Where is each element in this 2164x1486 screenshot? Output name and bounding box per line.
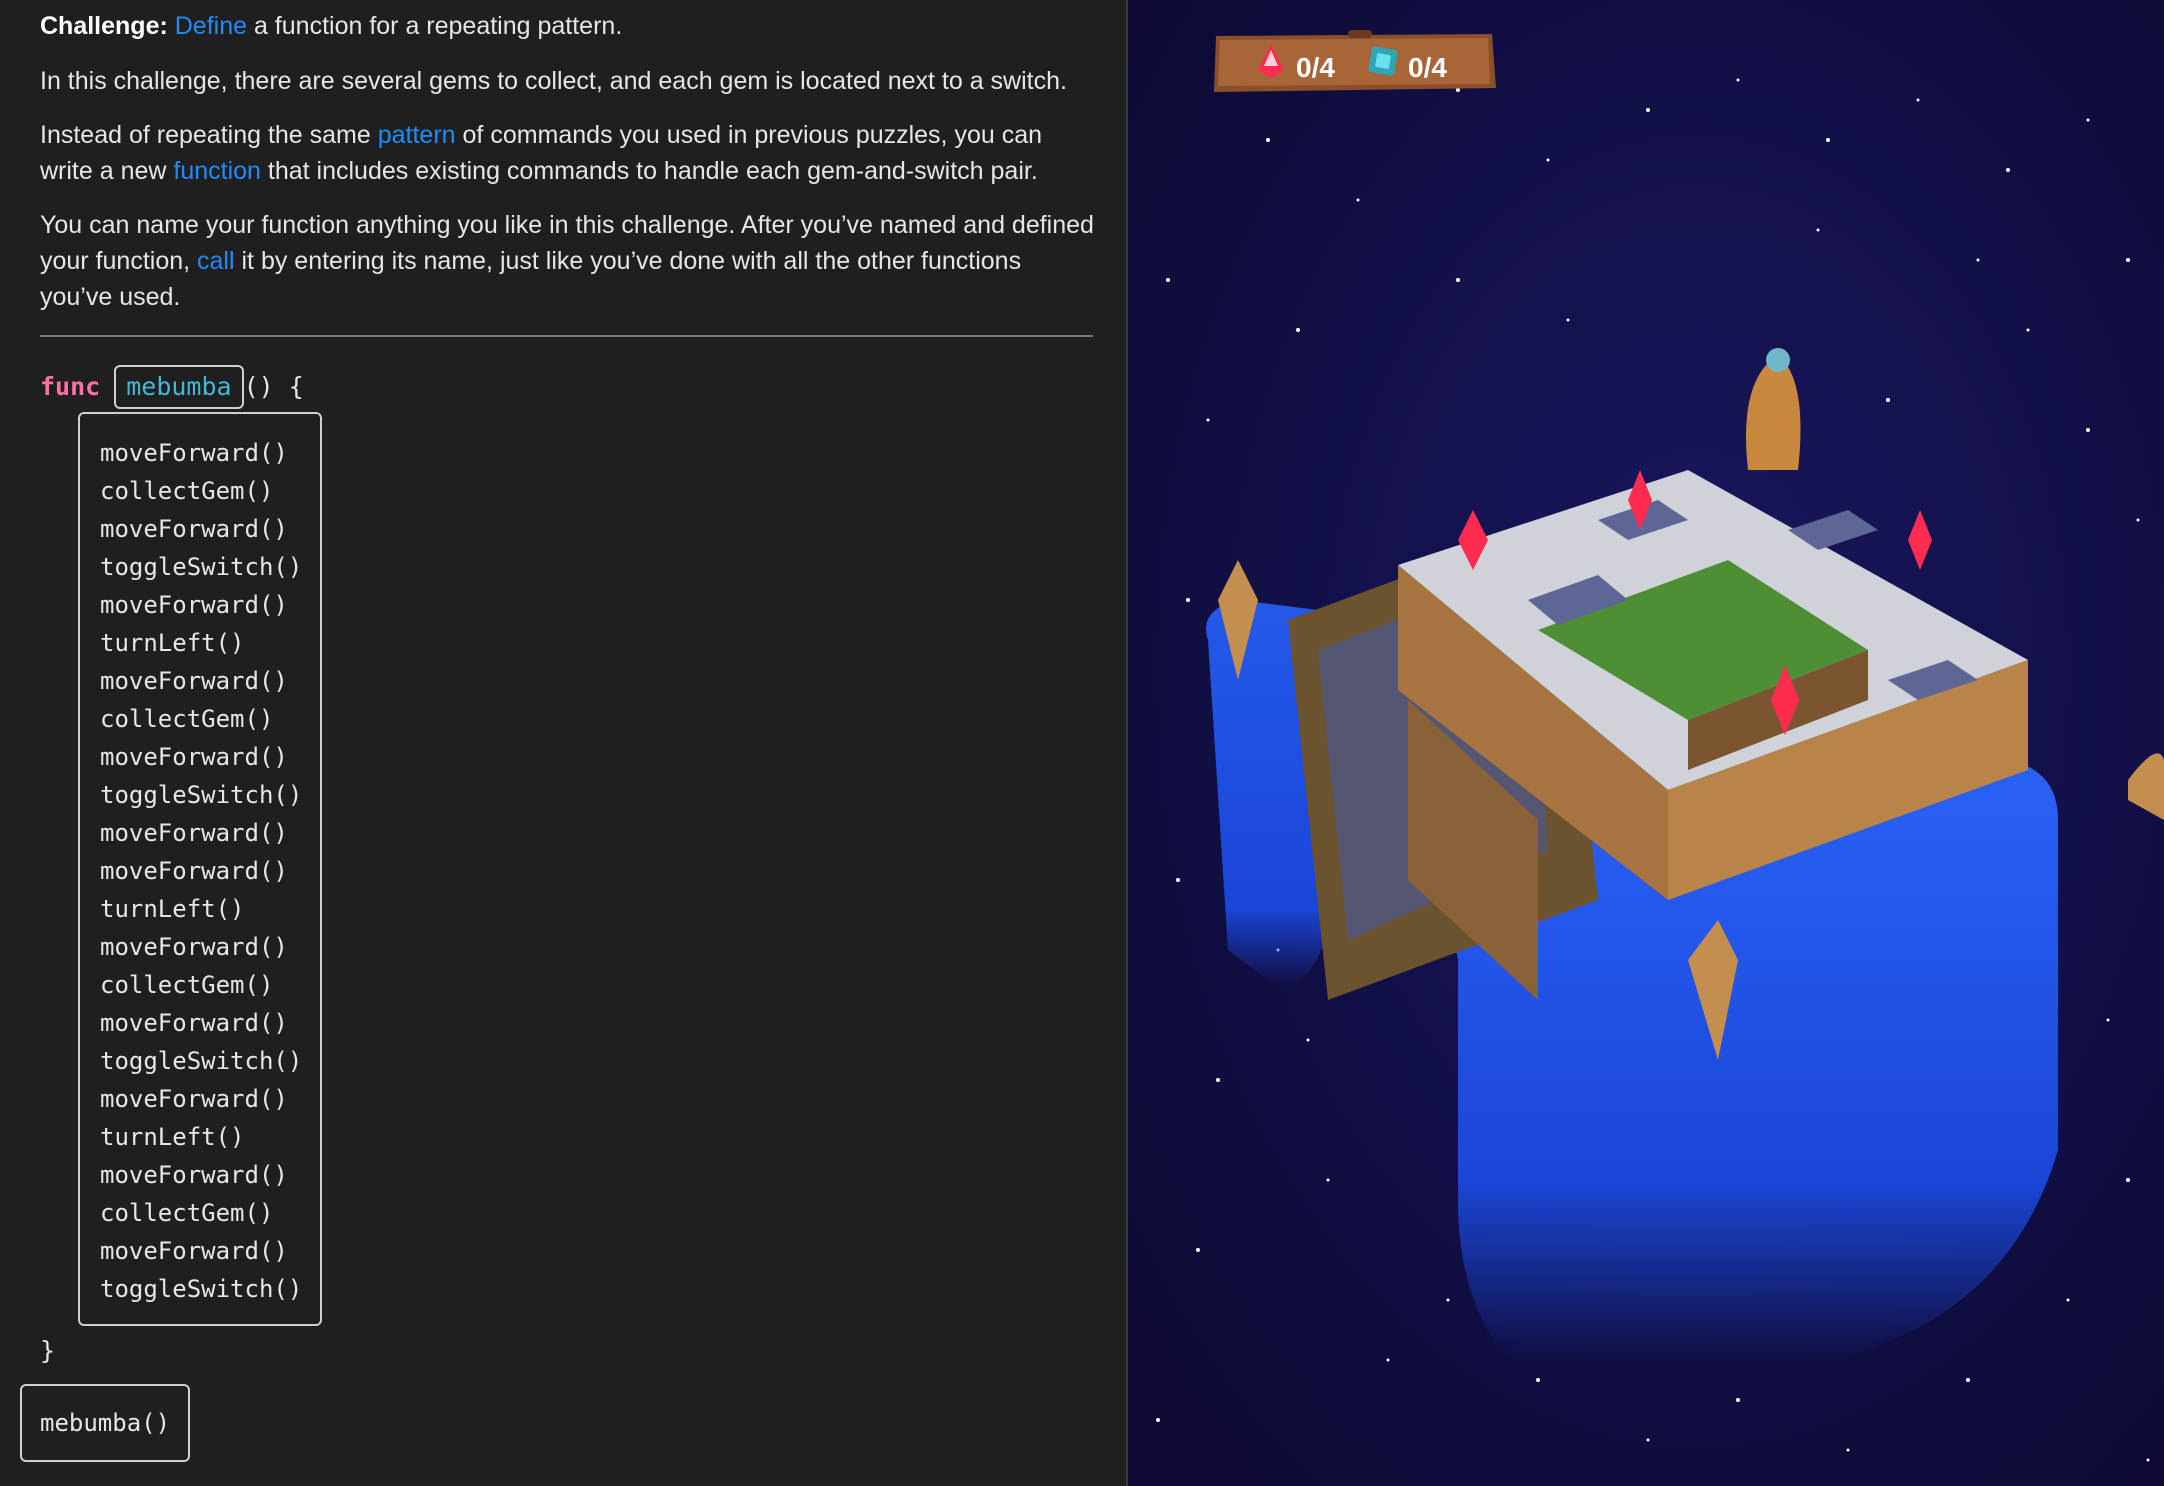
code-line[interactable]: turnLeft() [100,624,320,662]
intro-paragraph: In this challenge, there are several gem… [40,63,1100,99]
call-link[interactable]: call [197,247,235,275]
code-line[interactable]: moveForward() [100,1156,320,1194]
code-line[interactable]: moveForward() [100,1080,320,1118]
function-call-line[interactable]: mebumba() [20,1384,190,1462]
code-line[interactable]: moveForward() [100,586,320,624]
code-line[interactable]: collectGem() [100,472,320,510]
challenge-text: a function for a repeating pattern. [247,12,623,40]
pattern-paragraph: Instead of repeating the same pattern of… [40,117,1100,189]
code-line[interactable]: moveForward() [100,1004,320,1042]
code-line[interactable]: moveForward() [100,814,320,852]
switch-counter: 0/4 [1408,52,1447,83]
signature-parens: () { [243,372,304,401]
code-line[interactable]: toggleSwitch() [100,776,320,814]
code-line[interactable]: moveForward() [100,928,320,966]
function-name-field[interactable]: mebumba [114,365,244,409]
define-link[interactable]: Define [175,12,247,40]
code-line[interactable]: moveForward() [100,662,320,700]
function-signature: func mebumba() { [40,365,304,409]
code-line[interactable]: moveForward() [100,852,320,890]
code-line[interactable]: moveForward() [100,738,320,776]
challenge-label: Challenge: [40,12,168,40]
puzzle-world-render [1128,0,2164,1486]
code-line[interactable]: moveForward() [100,510,320,548]
gem-counter: 0/4 [1296,52,1335,83]
pattern-link[interactable]: pattern [378,121,456,149]
section-divider [40,335,1093,337]
pattern-text-a: Instead of repeating the same [40,121,378,149]
code-line[interactable]: turnLeft() [100,890,320,928]
code-line[interactable]: toggleSwitch() [100,1270,320,1308]
instructions-panel: Challenge: Define a function for a repea… [0,0,1126,1486]
function-link[interactable]: function [173,157,261,185]
closing-brace: } [40,1336,56,1365]
code-line[interactable]: collectGem() [100,1194,320,1232]
code-line[interactable]: toggleSwitch() [100,1042,320,1080]
intro-text: In this challenge, there are several gem… [40,67,1067,95]
code-line[interactable]: toggleSwitch() [100,548,320,586]
red-gem-icon [1258,44,1284,78]
switch-icon [1368,46,1398,76]
code-line[interactable]: moveForward() [100,1232,320,1270]
naming-paragraph: You can name your function anything you … [40,207,1100,315]
challenge-paragraph: Challenge: Define a function for a repea… [40,8,1100,44]
code-line[interactable]: collectGem() [100,700,320,738]
func-keyword: func [40,372,101,401]
code-line[interactable]: turnLeft() [100,1118,320,1156]
function-body-editor[interactable]: moveForward() collectGem() moveForward()… [78,412,322,1326]
puzzle-world-view[interactable]: 0/4 0/4 [1128,0,2164,1486]
pattern-text-c: that includes existing commands to handl… [260,157,1038,185]
code-line[interactable]: collectGem() [100,966,320,1004]
code-line[interactable]: moveForward() [100,434,320,472]
